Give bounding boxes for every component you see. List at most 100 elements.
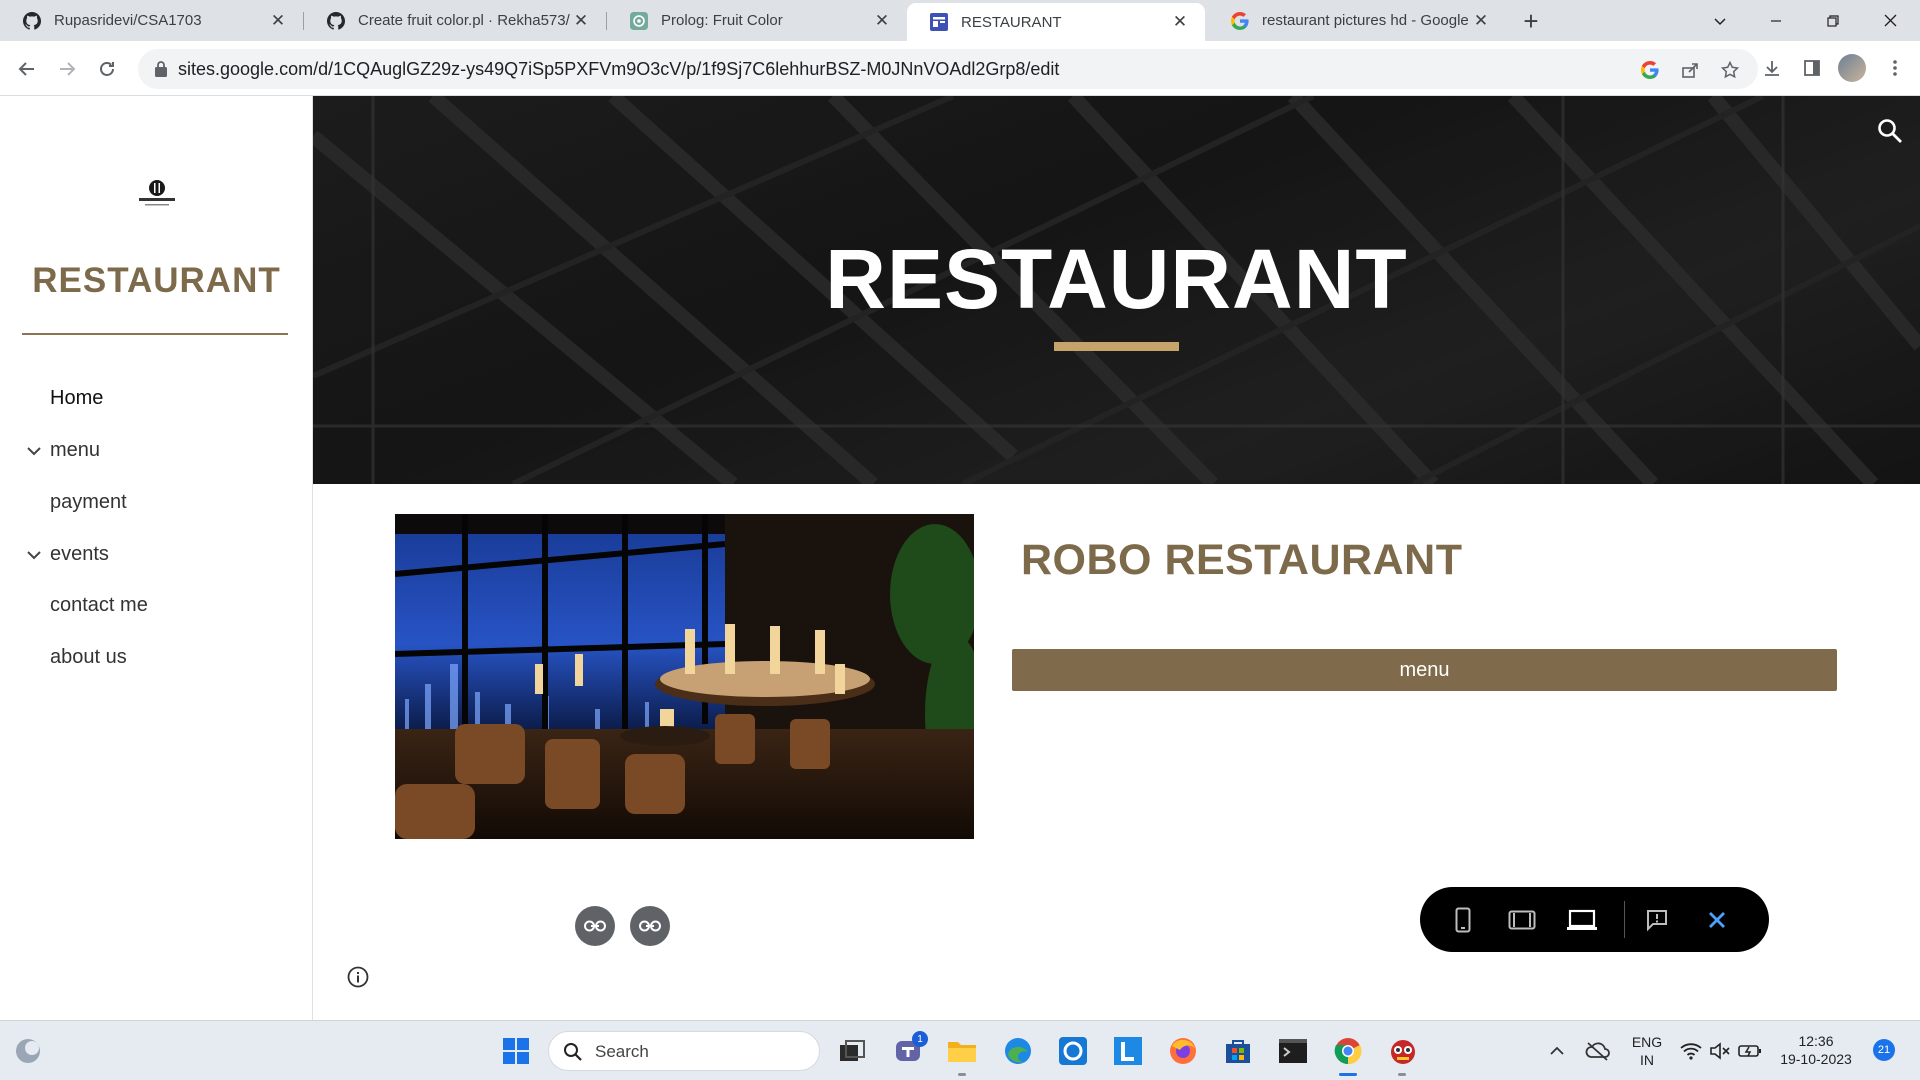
nav-item-events[interactable]: events <box>50 543 109 566</box>
clock[interactable]: 12:36 19-10-2023 <box>1772 1032 1860 1068</box>
tab-github-rupasridevi[interactable]: Rupasridevi/CSA1703 ✕ <box>0 0 303 41</box>
tab-google-search[interactable]: restaurant pictures hd - Google S ✕ <box>1208 0 1506 41</box>
laptop-preview-icon[interactable] <box>1567 905 1597 935</box>
windows-start-icon[interactable] <box>500 1035 532 1067</box>
nav-item-home[interactable]: Home <box>50 387 103 410</box>
weather-widget-icon[interactable] <box>12 1035 44 1067</box>
restaurant-heading[interactable]: ROBO RESTAURANT <box>1021 536 1462 585</box>
close-preview-icon[interactable] <box>1702 905 1732 935</box>
hero-accent-divider <box>1054 342 1179 351</box>
chrome-icon[interactable] <box>1332 1035 1364 1067</box>
site-title[interactable]: RESTAURANT <box>0 261 313 301</box>
clock-time: 12:36 <box>1798 1033 1834 1049</box>
site-sidebar: RESTAURANT Home menu payment events cont… <box>0 96 313 1020</box>
notification-count-badge[interactable]: 21 <box>1873 1039 1895 1061</box>
close-icon[interactable]: ✕ <box>871 10 893 32</box>
close-icon[interactable]: ✕ <box>1169 11 1191 33</box>
preview-divider <box>1624 901 1625 938</box>
menu-button[interactable]: menu <box>1012 649 1837 691</box>
sidebar-divider <box>22 333 288 335</box>
chevron-down-icon[interactable] <box>26 547 42 563</box>
new-tab-button[interactable]: + <box>1516 6 1546 36</box>
minimize-button[interactable] <box>1748 0 1804 41</box>
region-code: IN <box>1640 1052 1654 1068</box>
tab-github-rekha[interactable]: Create fruit color.pl · Rekha573/( ✕ <box>304 0 606 41</box>
nav-item-payment[interactable]: payment <box>50 491 127 514</box>
link-icon[interactable] <box>575 906 615 946</box>
share-icon[interactable] <box>1678 58 1702 82</box>
reload-button[interactable] <box>92 54 122 84</box>
microsoft-store-icon[interactable] <box>1222 1035 1254 1067</box>
browser-tab-strip: Rupasridevi/CSA1703 ✕ Create fruit color… <box>0 0 1920 41</box>
volume-muted-icon[interactable] <box>1704 1035 1736 1067</box>
close-icon[interactable]: ✕ <box>267 10 289 32</box>
download-icon[interactable] <box>1757 53 1787 83</box>
more-options-icon[interactable] <box>1880 53 1910 83</box>
cortana-icon[interactable] <box>1057 1035 1089 1067</box>
language-code: ENG <box>1631 1034 1663 1050</box>
profile-avatar[interactable] <box>1838 54 1866 82</box>
edge-browser-icon[interactable] <box>1002 1035 1034 1067</box>
l-app-icon[interactable] <box>1112 1035 1144 1067</box>
close-window-button[interactable] <box>1862 0 1918 41</box>
tab-title: RESTAURANT <box>961 13 1062 31</box>
file-explorer-icon[interactable] <box>946 1035 978 1067</box>
running-indicator-active <box>1339 1073 1357 1076</box>
link-icon[interactable] <box>630 906 670 946</box>
google-lens-icon[interactable] <box>1638 58 1662 82</box>
github-icon <box>326 11 346 31</box>
language-indicator[interactable]: ENG IN <box>1630 1033 1664 1069</box>
terminal-icon[interactable] <box>1277 1035 1309 1067</box>
running-indicator <box>958 1073 966 1076</box>
nav-item-about-us[interactable]: about us <box>50 646 127 669</box>
back-button[interactable] <box>12 54 42 84</box>
close-icon[interactable]: ✕ <box>570 10 592 32</box>
onedrive-offline-icon[interactable] <box>1582 1035 1614 1067</box>
teams-notification-badge: 1 <box>912 1031 928 1047</box>
chevron-down-icon[interactable] <box>26 443 42 459</box>
tab-title: restaurant pictures hd - Google S <box>1262 12 1470 29</box>
address-bar[interactable]: sites.google.com/d/1CQAuglGZ29z-ys49Q7iS… <box>138 49 1758 89</box>
task-view-icon[interactable] <box>836 1035 868 1067</box>
github-icon <box>22 11 42 31</box>
clock-date: 19-10-2023 <box>1780 1051 1852 1067</box>
side-panel-icon[interactable] <box>1797 53 1827 83</box>
preview-device-toolbar <box>1420 887 1769 952</box>
battery-charging-icon[interactable] <box>1734 1035 1766 1067</box>
nav-item-menu[interactable]: menu <box>50 439 100 462</box>
tab-restaurant-active[interactable]: RESTAURANT ✕ <box>907 3 1205 41</box>
nav-item-contact-me[interactable]: contact me <box>50 594 148 617</box>
wifi-icon[interactable] <box>1675 1035 1707 1067</box>
tab-prolog-fruit-color[interactable]: Prolog: Fruit Color ✕ <box>607 0 907 41</box>
restaurant-photo[interactable] <box>395 514 974 839</box>
restore-button[interactable] <box>1805 0 1861 41</box>
hero-title[interactable]: RESTAURANT <box>313 231 1920 328</box>
tab-title: Create fruit color.pl · Rekha573/( <box>358 12 570 29</box>
lock-icon[interactable] <box>154 60 168 78</box>
google-icon <box>1230 11 1250 31</box>
bookmark-star-icon[interactable] <box>1718 58 1742 82</box>
search-icon <box>564 1043 582 1061</box>
tablet-preview-icon[interactable] <box>1507 905 1537 935</box>
windows-taskbar: Search 1 ENG IN 12:36 19-10-2023 21 <box>0 1020 1920 1080</box>
search-icon[interactable] <box>1877 118 1903 144</box>
firefox-icon[interactable] <box>1167 1035 1199 1067</box>
url-text[interactable]: sites.google.com/d/1CQAuglGZ29z-ys49Q7iS… <box>178 59 1059 80</box>
restaurant-logo-icon[interactable] <box>135 176 179 212</box>
close-icon[interactable]: ✕ <box>1470 10 1492 32</box>
show-hidden-icons-chevron-icon[interactable] <box>1541 1035 1573 1067</box>
phone-preview-icon[interactable] <box>1448 905 1478 935</box>
taskbar-search-box[interactable]: Search <box>548 1031 820 1071</box>
running-indicator <box>1398 1073 1406 1076</box>
robot-app-icon[interactable] <box>1387 1035 1419 1067</box>
feedback-icon[interactable] <box>1642 905 1672 935</box>
forward-button[interactable] <box>52 54 82 84</box>
taskbar-search-label: Search <box>595 1042 649 1061</box>
google-sites-icon <box>929 12 949 32</box>
tab-title: Rupasridevi/CSA1703 <box>54 12 202 29</box>
tab-title: Prolog: Fruit Color <box>661 12 783 29</box>
tab-search-chevron-icon[interactable] <box>1692 0 1748 41</box>
browser-toolbar: sites.google.com/d/1CQAuglGZ29z-ys49Q7iS… <box>0 41 1920 96</box>
info-icon[interactable] <box>347 966 369 988</box>
hero-banner: RESTAURANT <box>313 96 1920 484</box>
